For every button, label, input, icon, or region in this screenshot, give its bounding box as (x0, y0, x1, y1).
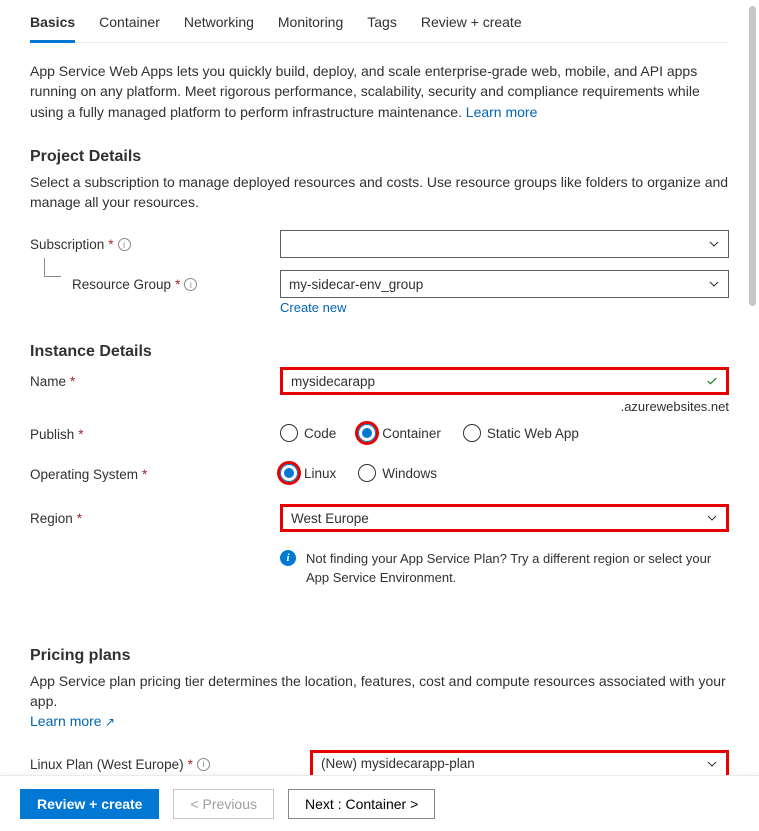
tab-review-create[interactable]: Review + create (421, 14, 522, 42)
chevron-down-icon (706, 512, 718, 524)
region-note: i Not finding your App Service Plan? Try… (280, 550, 729, 586)
chevron-down-icon (708, 278, 720, 290)
chevron-down-icon (708, 238, 720, 250)
footer-bar: Review + create < Previous Next : Contai… (0, 775, 759, 831)
publish-radio-code[interactable]: Code (280, 424, 336, 442)
publish-label: Publish* (30, 420, 280, 442)
info-icon[interactable]: i (118, 238, 131, 251)
scrollbar[interactable] (749, 6, 756, 306)
os-radio-windows[interactable]: Windows (358, 464, 437, 482)
info-icon[interactable]: i (184, 278, 197, 291)
os-label: Operating System* (30, 460, 280, 482)
project-details-heading: Project Details (30, 148, 729, 166)
resource-group-label: Resource Group* i (30, 270, 280, 292)
domain-suffix: .azurewebsites.net (280, 399, 729, 414)
create-new-rg-link[interactable]: Create new (280, 300, 346, 315)
publish-radio-static-web-app[interactable]: Static Web App (463, 424, 579, 442)
tab-networking[interactable]: Networking (184, 14, 254, 42)
tab-bar: Basics Container Networking Monitoring T… (30, 0, 729, 43)
linux-plan-label: Linux Plan (West Europe)* i (30, 750, 310, 772)
chevron-down-icon (706, 758, 718, 770)
checkmark-icon (706, 375, 718, 387)
previous-button: < Previous (173, 789, 274, 819)
pricing-sub: App Service plan pricing tier determines… (30, 671, 729, 732)
tab-basics[interactable]: Basics (30, 14, 75, 43)
name-label: Name* (30, 367, 280, 389)
linux-plan-select[interactable]: (New) mysidecarapp-plan (310, 750, 729, 775)
tab-container[interactable]: Container (99, 14, 160, 42)
intro-text: App Service Web Apps lets you quickly bu… (30, 61, 729, 122)
info-icon[interactable]: i (197, 758, 210, 771)
publish-radio-container[interactable]: Container (358, 424, 441, 442)
pricing-heading: Pricing plans (30, 647, 729, 665)
subscription-select[interactable] (280, 230, 729, 258)
learn-more-link[interactable]: Learn more (466, 104, 538, 120)
region-label: Region* (30, 504, 280, 526)
project-details-sub: Select a subscription to manage deployed… (30, 172, 729, 213)
tab-tags[interactable]: Tags (367, 14, 397, 42)
review-create-button[interactable]: Review + create (20, 789, 159, 819)
resource-group-select[interactable]: my-sidecar-env_group (280, 270, 729, 298)
info-filled-icon: i (280, 550, 296, 566)
os-radio-linux[interactable]: Linux (280, 464, 336, 482)
instance-details-heading: Instance Details (30, 343, 729, 361)
tab-monitoring[interactable]: Monitoring (278, 14, 343, 42)
subscription-label: Subscription* i (30, 230, 280, 252)
pricing-learn-more-link[interactable]: Learn more (30, 713, 115, 729)
name-input[interactable]: mysidecarapp (280, 367, 729, 395)
next-button[interactable]: Next : Container > (288, 789, 435, 819)
region-select[interactable]: West Europe (280, 504, 729, 532)
